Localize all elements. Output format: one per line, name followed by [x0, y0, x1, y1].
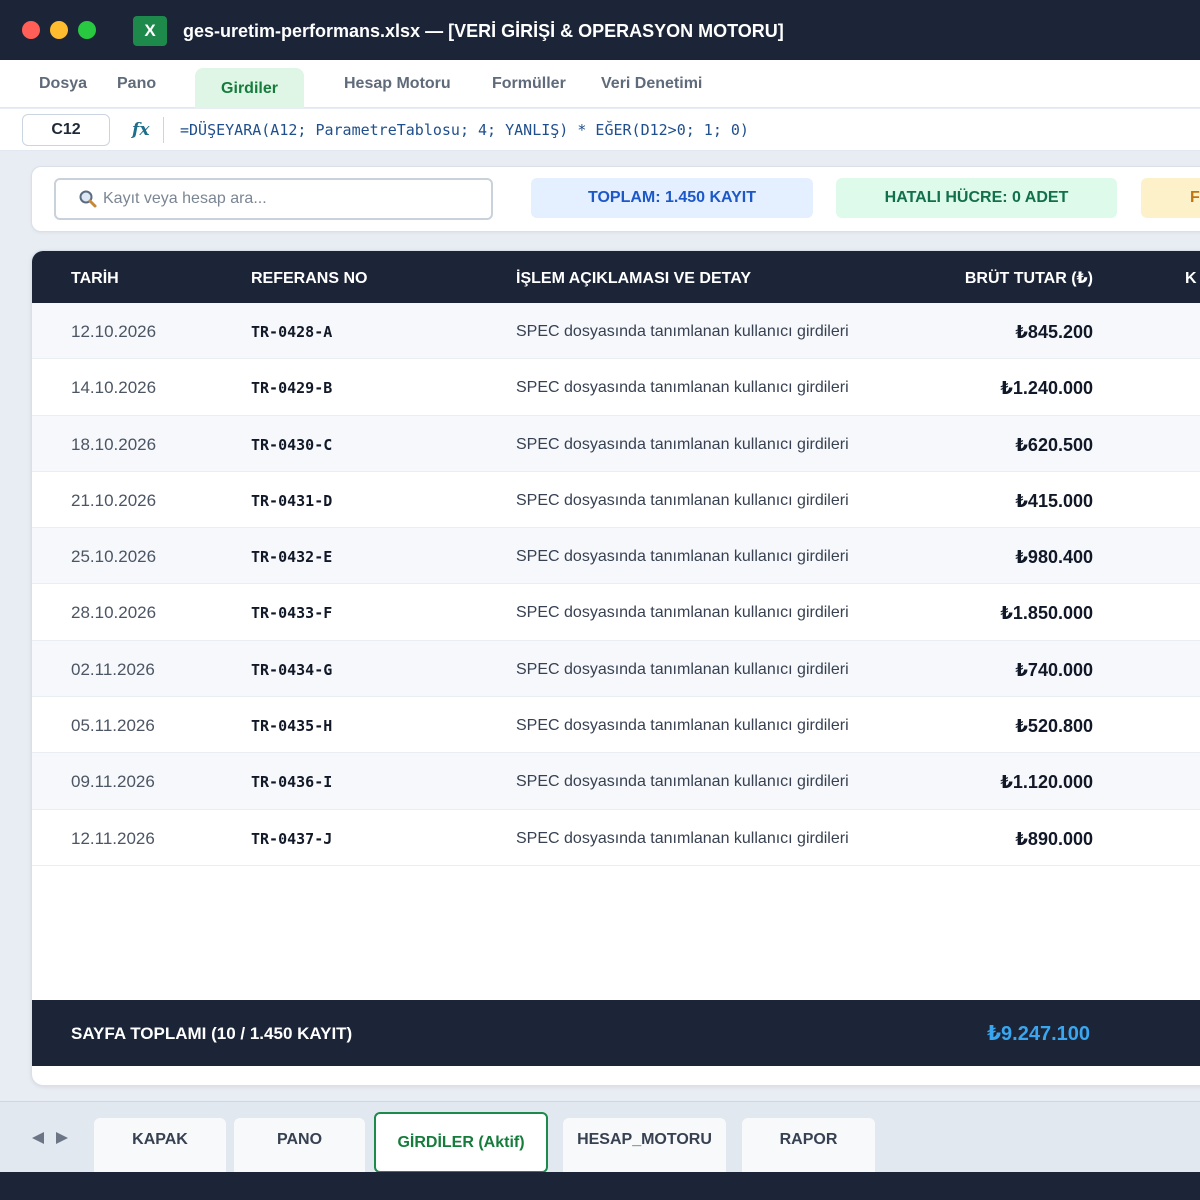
table-row[interactable]: 02.11.2026 TR-0434-G SPEC dosyasında tanım… [32, 640, 1200, 698]
sheet-tab-bar: KAPAK PANO GİRDİLER (Aktif) HESAP_MOTORU… [0, 1101, 1200, 1173]
next-sheet-icon[interactable] [56, 1132, 68, 1144]
cell-amount[interactable]: ₺1.240.000 [32, 359, 1093, 415]
table-footer: SAYFA TOPLAMI (10 / 1.450 KAYIT) ₺9.247.… [32, 1000, 1200, 1066]
menu-formuller[interactable]: Formüller [492, 60, 566, 108]
cell-amount[interactable]: ₺740.000 [32, 641, 1093, 697]
formula-input[interactable]: =DÜŞEYARA(A12; ParametreTablosu; 4; YANL… [180, 118, 749, 142]
table-row[interactable]: 09.11.2026 TR-0436-I SPEC dosyasında tanım… [32, 753, 1200, 810]
sheet-tab-rapor[interactable]: RAPOR [742, 1118, 875, 1172]
cell-amount[interactable]: ₺980.400 [32, 528, 1093, 584]
search-icon [79, 190, 97, 208]
table-body: 12.10.2026 TR-0428-A SPEC dosyasında tanım… [32, 303, 1200, 866]
table-row[interactable]: 18.10.2026 TR-0430-C SPEC dosyasında tanım… [32, 415, 1200, 472]
table-row[interactable]: 28.10.2026 TR-0433-F SPEC dosyasında tanım… [32, 584, 1200, 641]
excel-icon: X [133, 16, 167, 46]
status-bar [0, 1172, 1200, 1200]
sheet-tab-girdiler-active[interactable]: GİRDİLER (Aktif) [374, 1112, 548, 1173]
error-cells-badge: HATALI HÜCRE: 0 ADET [836, 178, 1117, 218]
search-input[interactable]: Kayıt veya hesap ara... [54, 178, 493, 220]
cell-amount[interactable]: ₺890.000 [32, 810, 1093, 866]
close-window-button[interactable] [22, 21, 40, 39]
column-header-next[interactable]: K [1185, 251, 1197, 303]
menu-pano[interactable]: Pano [117, 60, 156, 108]
table-row[interactable]: 12.11.2026 TR-0437-J SPEC dosyasında tanım… [32, 809, 1200, 866]
cell-amount[interactable]: ₺520.800 [32, 697, 1093, 753]
table-row[interactable]: 05.11.2026 TR-0435-H SPEC dosyasında tanım… [32, 697, 1200, 754]
formula-bar: C12 fx =DÜŞEYARA(A12; ParametreTablosu; … [0, 109, 1200, 151]
sheet-tab-hesap-motoru[interactable]: HESAP_MOTORU [563, 1118, 726, 1172]
minimize-window-button[interactable] [50, 21, 68, 39]
status-badge: F [1141, 178, 1200, 218]
menu-veri-denetimi[interactable]: Veri Denetimi [601, 60, 702, 108]
ribbon-menu: Dosya Pano Girdiler Hesap Motoru Formüll… [0, 60, 1200, 108]
table-row[interactable]: 14.10.2026 TR-0429-B SPEC dosyasında tanım… [32, 359, 1200, 416]
menu-hesap-motoru[interactable]: Hesap Motoru [344, 60, 451, 108]
maximize-window-button[interactable] [78, 21, 96, 39]
cell-amount[interactable]: ₺1.850.000 [32, 584, 1093, 640]
column-header-amount[interactable]: BRÜT TUTAR (₺) [32, 251, 1093, 303]
table-row[interactable]: 12.10.2026 TR-0428-A SPEC dosyasında tanım… [32, 303, 1200, 360]
table-row[interactable]: 21.10.2026 TR-0431-D SPEC dosyasında tanım… [32, 471, 1200, 529]
cell-amount[interactable]: ₺415.000 [32, 472, 1093, 528]
title-bar: X ges-uretim-performans.xlsx — [VERİ GİR… [0, 0, 1200, 60]
sheet-tab-pano[interactable]: PANO [234, 1118, 365, 1172]
cell-reference-box[interactable]: C12 [22, 114, 110, 146]
search-placeholder: Kayıt veya hesap ara... [103, 190, 267, 207]
window-title: ges-uretim-performans.xlsx — [VERİ GİRİŞ… [183, 21, 784, 41]
menu-girdiler-active[interactable]: Girdiler [195, 68, 304, 108]
formula-divider [163, 117, 164, 143]
page-total-value: ₺9.247.100 [987, 1023, 1090, 1045]
table-row[interactable]: 25.10.2026 TR-0432-E SPEC dosyasında tanım… [32, 528, 1200, 585]
function-icon[interactable]: fx [132, 117, 149, 143]
cell-amount[interactable]: ₺620.500 [32, 416, 1093, 472]
data-table: TARİH REFERANS NO İŞLEM AÇIKLAMASI VE DE… [31, 250, 1200, 1086]
total-records-badge: TOPLAM: 1.450 KAYIT [531, 178, 813, 218]
table-header: TARİH REFERANS NO İŞLEM AÇIKLAMASI VE DE… [32, 251, 1200, 303]
menu-dosya[interactable]: Dosya [39, 60, 87, 108]
previous-sheet-icon[interactable] [32, 1132, 44, 1144]
cell-amount[interactable]: ₺845.200 [32, 303, 1093, 359]
cell-amount[interactable]: ₺1.120.000 [32, 753, 1093, 809]
sheet-tab-kapak[interactable]: KAPAK [94, 1118, 226, 1172]
